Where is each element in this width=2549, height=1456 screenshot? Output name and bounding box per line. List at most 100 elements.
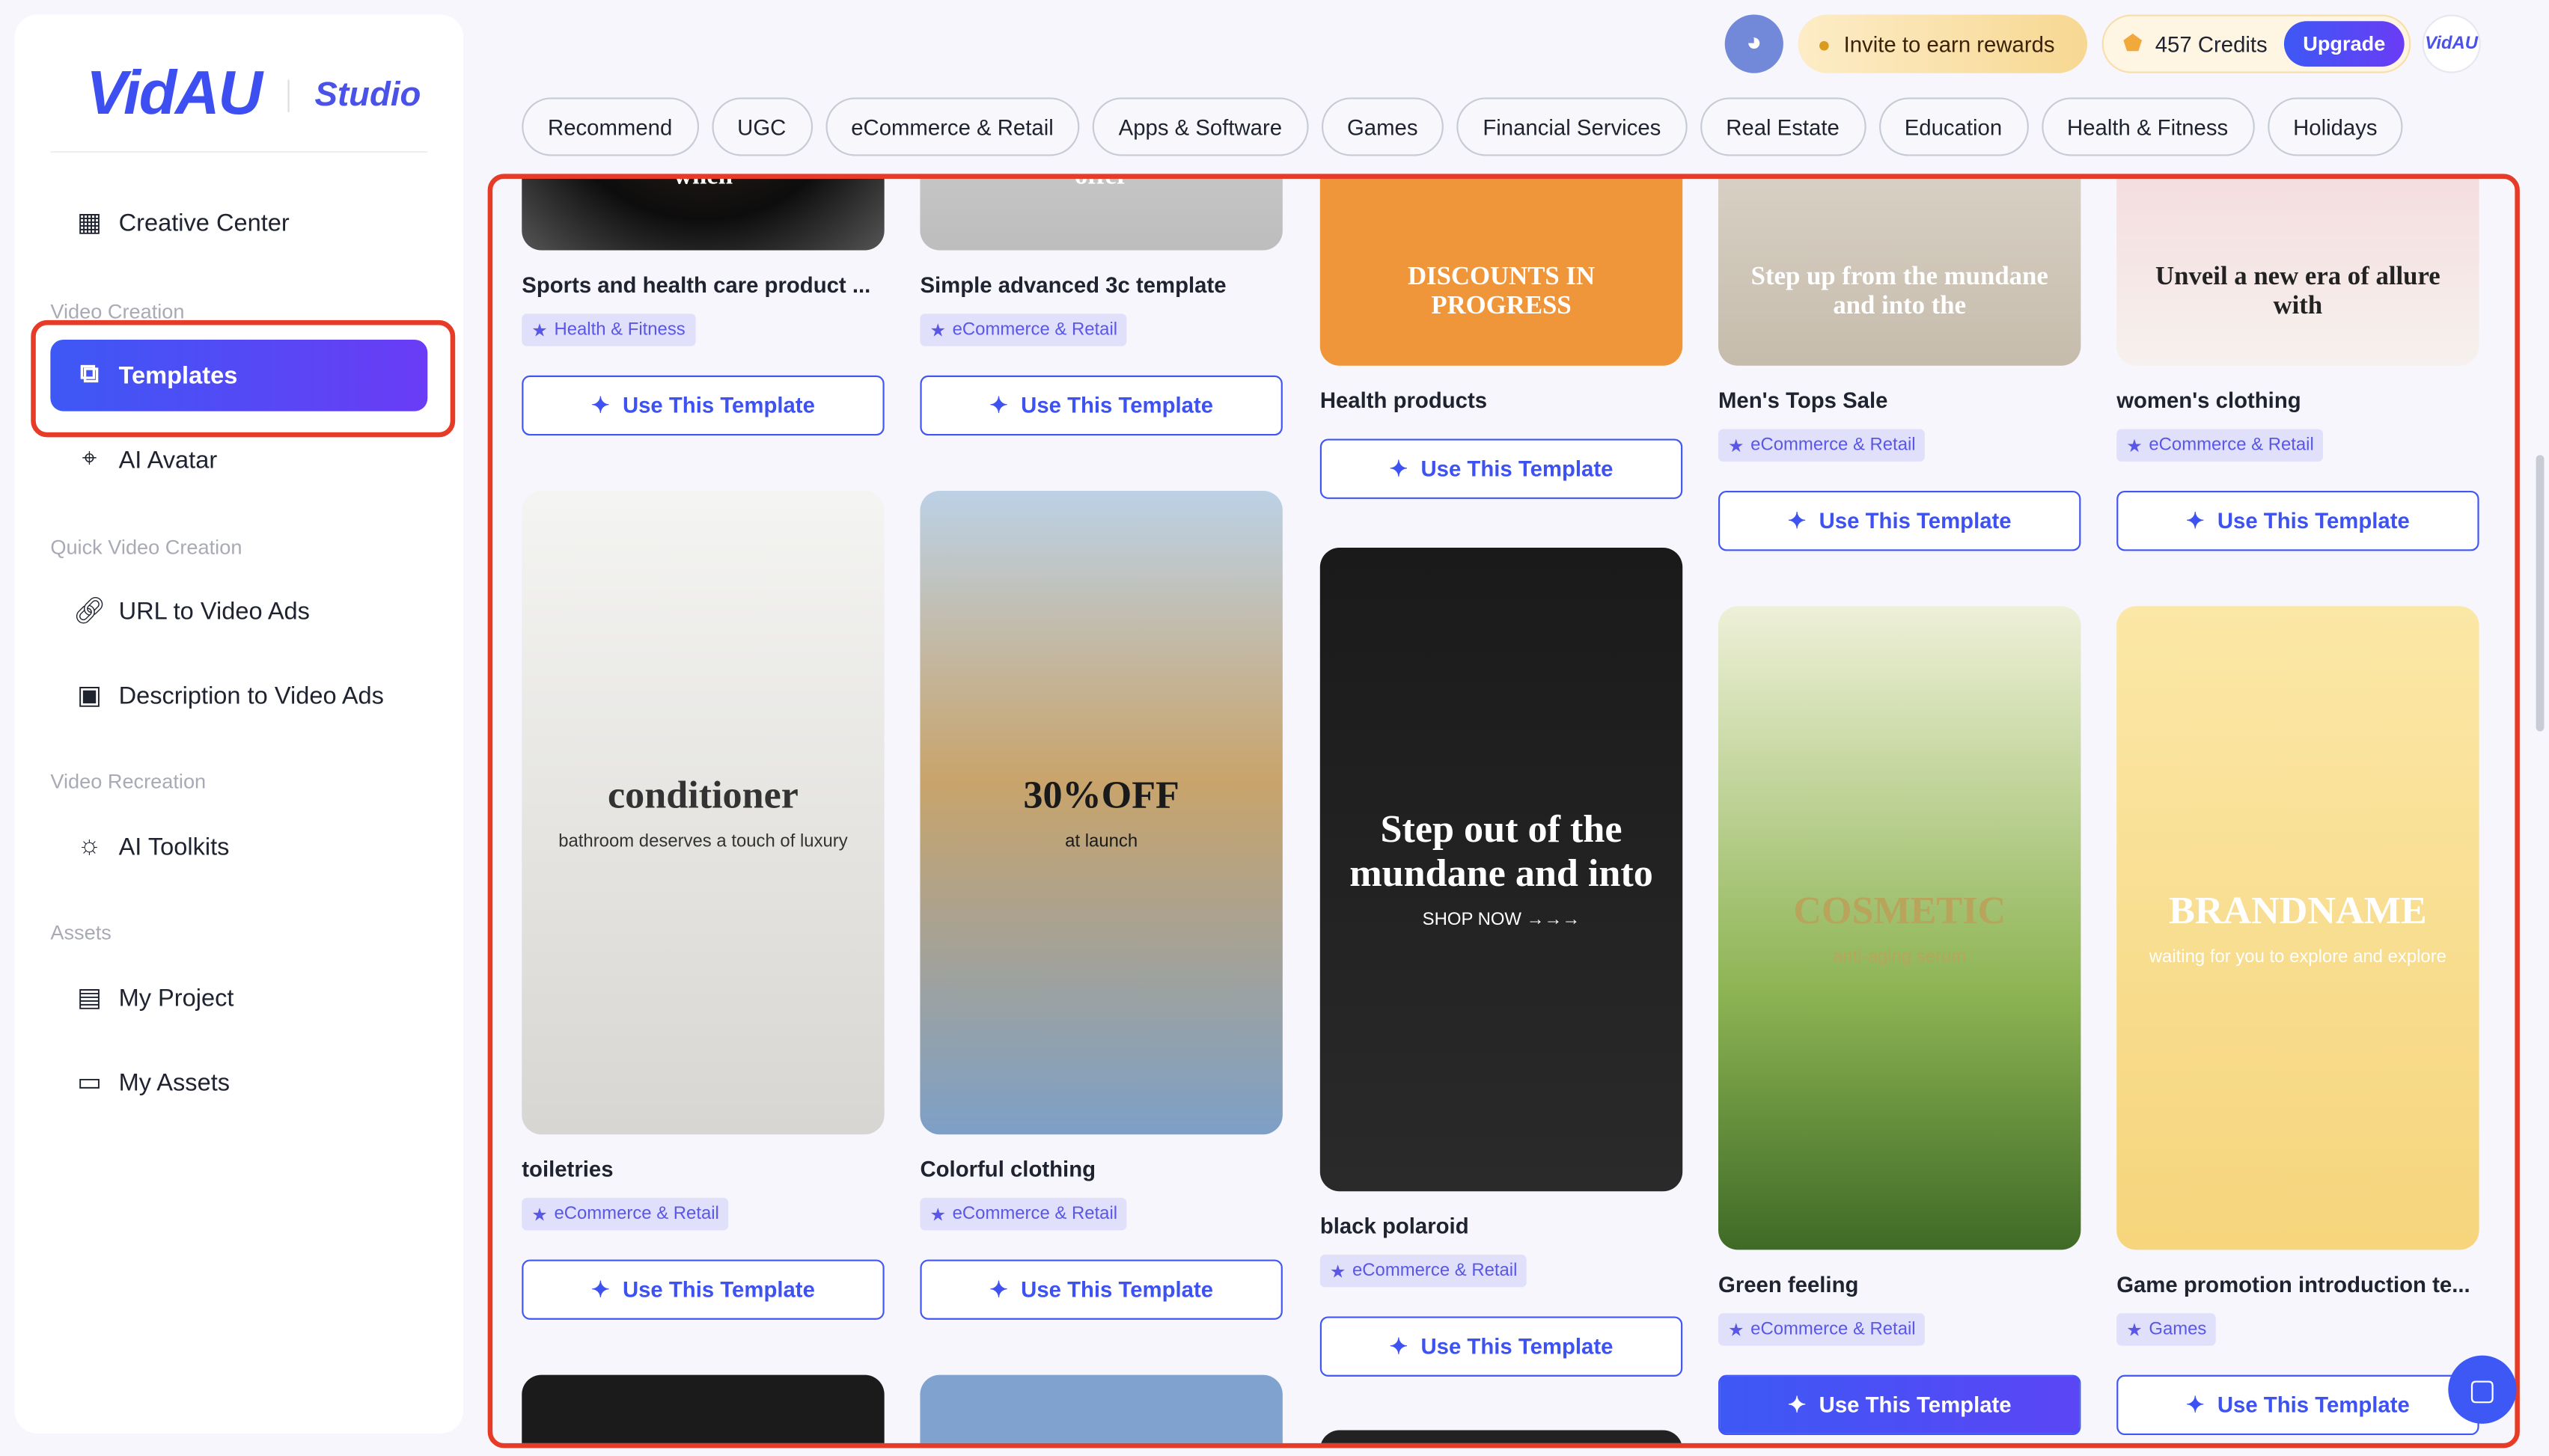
section-label: Video Recreation [50,770,207,794]
category-tab[interactable]: UGC [711,97,813,156]
sidebar-item-my-project[interactable]: ▤ My Project [50,962,427,1034]
button-label: Use This Template [1021,393,1214,418]
use-template-button[interactable]: ✦ Use This Template [1718,491,2081,551]
template-column: DISCOUNTS IN PROGRESS Health products ✦ Use… [1319,178,1683,1443]
logo[interactable]: VidAU Studio [86,60,421,129]
section-label: Assets [50,921,112,945]
category-tab[interactable]: Education [1878,97,2028,156]
template-title: Colorful clothing [920,1157,1096,1182]
grid-icon: ▦ [77,209,102,238]
template-thumbnail[interactable]: Step up from the mundane and into the [1718,178,2081,366]
logo-divider [287,79,289,111]
credits-badge: ⬟ 457 Credits Upgrade [2101,14,2411,73]
template-thumbnail[interactable]: Unveil a new era of allure with [2116,178,2479,366]
coins-icon: ● [1817,31,1831,56]
button-label: Use This Template [1819,1392,2012,1418]
star-icon: ★ [2126,436,2143,456]
template-thumbnail[interactable]: DISCOUNTS IN PROGRESS [1319,178,1683,366]
thumbnail-subtext: at launch [1065,831,1138,851]
template-thumbnail[interactable]: Step out of the mundane and into SHOP NOW… [1319,548,1683,1192]
sidebar-item-templates[interactable]: ⧉ Templates [50,339,428,412]
sidebar-item-creative-center[interactable]: ▦ Creative Center [50,187,427,259]
thumbnail-text: BRANDNAME [2169,890,2427,932]
tag-label: eCommerce & Retail [2149,435,2314,456]
category-tag: ★ eCommerce & Retail [920,1197,1128,1231]
sidebar-item-my-assets[interactable]: ▭ My Assets [50,1047,427,1119]
label: Creative Center [118,209,290,237]
template-thumbnail[interactable]: when [522,178,885,251]
label: AI Avatar [118,446,218,474]
thumbnail-subtext: anti-aging serum [1833,946,1967,967]
use-template-button[interactable]: ✦ Use This Template [2116,1374,2479,1436]
label: URL to Video Ads [118,597,310,625]
user-avatar[interactable]: VidAU [2422,14,2481,73]
template-thumbnail[interactable]: BRANDNAME waiting for you to explore and … [2116,606,2479,1250]
invite-button[interactable]: ● Invite to earn rewards [1798,14,2088,73]
star-icon: ★ [929,321,946,341]
tag-label: eCommerce & Retail [1750,435,1916,456]
category-tab[interactable]: Health & Fitness [2041,97,2254,156]
thumbnail-text: DISCOUNTS IN PROGRESS [1407,263,1596,320]
sparkle-icon: ✦ [989,392,1008,417]
template-title: Green feeling [1718,1272,1859,1297]
template-thumbnail[interactable]: conditioner bathroom deserves a touch of … [522,491,885,1135]
tag-label: eCommerce & Retail [1352,1261,1518,1281]
template-thumbnail[interactable] [522,1374,885,1443]
thumbnail-subtext: bathroom deserves a touch of luxury [558,831,848,851]
use-template-button[interactable]: ✦ Use This Template [1718,1374,2081,1436]
project-icon: ▤ [77,985,102,1013]
template-thumbnail[interactable]: offer [920,178,1283,251]
template-thumbnail[interactable]: COSMETIC anti-aging serum [1718,606,2081,1250]
button-label: Use This Template [1420,1334,1614,1359]
use-template-button[interactable]: ✦ Use This Template [2116,491,2479,551]
scrollbar[interactable] [2536,455,2545,732]
template-title: Health products [1319,388,1488,413]
star-icon: ★ [531,321,548,341]
template-title: women's clothing [2116,388,2301,413]
template-grid: when Sports and health care product ... ★ H… [491,178,2517,1443]
upgrade-button[interactable]: Upgrade [2283,21,2405,67]
template-title: Sports and health care product ... [522,272,871,298]
star-icon: ★ [531,1205,548,1225]
link-icon: 🔗︎ [73,598,106,626]
sidebar-item-description-to-video[interactable]: ▣ Description to Video Ads [50,660,427,732]
use-template-button[interactable]: ✦ Use This Template [522,375,885,436]
template-thumbnail[interactable] [1319,1430,1683,1443]
use-template-button[interactable]: ✦ Use This Template [920,1259,1283,1320]
category-tab[interactable]: Apps & Software [1092,97,1308,156]
thumbnail-subtext: waiting for you to explore and explore [2149,946,2446,967]
templates-icon: ⧉ [80,361,99,389]
sparkle-icon: ✦ [2185,507,2205,533]
sparkle-icon: ✦ [2185,1392,2205,1417]
sidebar: VidAU Studio ▦ Creative Center Video Crea… [14,14,464,1434]
category-tab[interactable]: Games [1321,97,1444,156]
label: My Project [118,984,234,1012]
category-tab[interactable]: Recommend [522,97,699,156]
sidebar-item-url-to-video[interactable]: 🔗︎ URL to Video Ads [50,575,427,647]
chat-support-button[interactable]: ▢ [2448,1355,2517,1424]
category-tab[interactable]: Holidays [2267,97,2404,156]
template-column: offer Simple advanced 3c template ★ eCommer… [920,178,1283,1443]
tag-label: eCommerce & Retail [952,319,1118,340]
folder-icon: ▭ [77,1069,102,1098]
category-tab[interactable]: eCommerce & Retail [825,97,1080,156]
template-title: Game promotion introduction te... [2116,1272,2470,1297]
category-tab[interactable]: Real Estate [1700,97,1866,156]
discord-button[interactable]: ◕ [1724,14,1783,73]
button-label: Use This Template [1420,456,1614,481]
template-title: toiletries [522,1157,614,1182]
sidebar-item-ai-avatar[interactable]: ⌖ AI Avatar [50,424,427,496]
use-template-button[interactable]: ✦ Use This Template [522,1259,885,1320]
template-column: when Sports and health care product ... ★ H… [522,178,885,1443]
category-tab[interactable]: Financial Services [1456,97,1688,156]
tag-label: eCommerce & Retail [952,1204,1118,1224]
thumbnail-text: conditioner [608,774,799,817]
use-template-button[interactable]: ✦ Use This Template [1319,1316,1683,1377]
tag-label: eCommerce & Retail [554,1204,719,1224]
template-thumbnail[interactable] [920,1374,1283,1443]
logo-studio: Studio [314,76,421,113]
template-thumbnail[interactable]: 30%OFF at launch [920,491,1283,1135]
use-template-button[interactable]: ✦ Use This Template [1319,438,1683,499]
use-template-button[interactable]: ✦ Use This Template [920,375,1283,436]
sidebar-item-ai-toolkits[interactable]: ☼ AI Toolkits [50,811,427,883]
